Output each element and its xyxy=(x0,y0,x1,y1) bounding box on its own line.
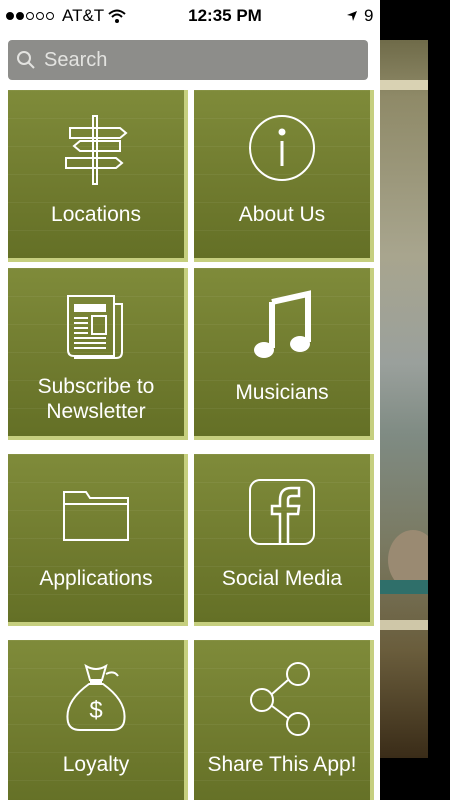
clock: 12:35 PM xyxy=(188,6,262,25)
search-input[interactable] xyxy=(42,47,346,73)
menu-tile-share-app[interactable]: Share This App! xyxy=(194,640,374,800)
background-stripe xyxy=(380,580,428,594)
menu-tile-applications[interactable]: Applications xyxy=(8,454,188,626)
menu-tile-loyalty[interactable]: $ Loyalty xyxy=(8,640,188,800)
location-arrow-icon xyxy=(347,11,357,21)
menu-tile-label: About Us xyxy=(238,203,326,226)
share-icon xyxy=(250,662,310,736)
search-icon xyxy=(17,51,35,69)
menu-tile-social-media[interactable]: Social Media xyxy=(194,454,374,626)
battery-percent: 9 xyxy=(364,6,374,25)
menu-tile-label: Locations xyxy=(51,203,141,226)
menu-tile-label: Applications xyxy=(39,567,153,590)
menu-tile-label: Loyalty xyxy=(62,753,130,776)
search-bar[interactable] xyxy=(8,40,368,80)
background-bar xyxy=(380,80,428,90)
signpost-icon xyxy=(65,115,128,185)
menu-tile-subscribe-newsletter[interactable]: Subscribe to Newsletter xyxy=(8,268,188,440)
newspaper-icon xyxy=(67,295,123,359)
menu-tile-musicians[interactable]: Musicians xyxy=(194,268,374,440)
svg-text:$: $ xyxy=(89,697,102,724)
side-menu-drawer: AT&T 12:35 PM 9 Search Locations About U… xyxy=(0,0,380,800)
info-icon xyxy=(249,115,315,181)
folder-icon xyxy=(63,491,129,541)
menu-tile-label: Musicians xyxy=(235,381,329,404)
menu-tile-label: Social Media xyxy=(221,567,343,590)
facebook-icon xyxy=(249,479,315,545)
music-note-icon xyxy=(254,290,311,358)
money-bag-icon: $ xyxy=(66,663,126,731)
menu-tile-label: Subscribe to Newsletter xyxy=(37,375,155,423)
menu-tile-locations[interactable]: Locations xyxy=(8,90,188,262)
background-bar-bottom xyxy=(380,620,428,630)
menu-tile-about-us[interactable]: About Us xyxy=(194,90,374,262)
menu-tile-label: Share This App! xyxy=(207,753,357,776)
background-app-content xyxy=(380,40,428,758)
status-bar: AT&T 12:35 PM 9 xyxy=(0,0,380,32)
